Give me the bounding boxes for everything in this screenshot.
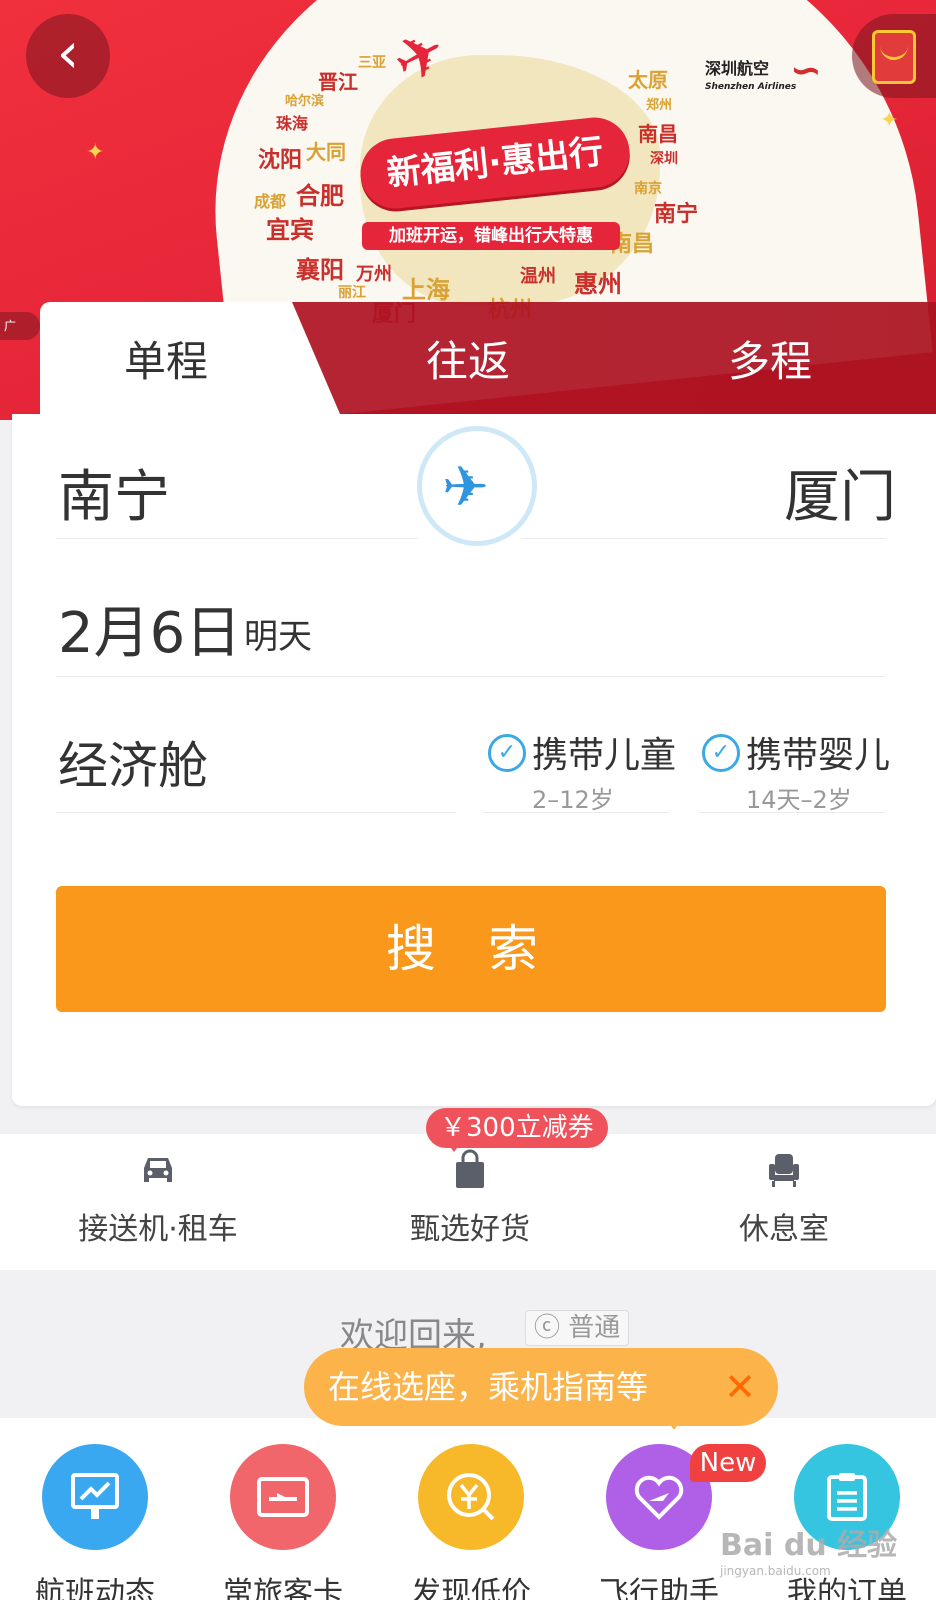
- banner-city: 丽江: [338, 285, 366, 301]
- sparkle-icon: ✦: [880, 108, 899, 133]
- close-icon[interactable]: ✕: [724, 1348, 756, 1426]
- back-button[interactable]: ‹: [26, 14, 110, 98]
- banner-city: 大同: [306, 140, 346, 164]
- member-icon: ⓒ: [534, 1313, 561, 1343]
- nav-low-price-label: 发现低价: [411, 1576, 531, 1600]
- nav-low-price[interactable]: 发现低价: [376, 1444, 566, 1600]
- tip-bubble[interactable]: 在线选座，乘机指南等 ✕: [304, 1348, 778, 1430]
- flight-booking-page: ✈ ✦ ✦ 三亚 晋江 哈尔滨 珠海 沈阳 大同 成都 合肥 宜宾 襄阳 万州 …: [0, 0, 936, 1600]
- divider: [56, 812, 456, 813]
- banner-city: 深圳: [650, 151, 678, 167]
- banner-city: 珠海: [276, 114, 309, 133]
- low-price-icon: [418, 1444, 524, 1550]
- airline-name-cn: 深圳航空: [705, 59, 770, 78]
- arrival-city[interactable]: 厦门: [784, 452, 896, 533]
- services-row: 接送机·租车 甄选好货 休息室: [0, 1134, 936, 1270]
- service-car[interactable]: 接送机·租车: [8, 1148, 308, 1248]
- ad-tag: 广: [0, 312, 40, 340]
- checkbox-icon[interactable]: ✓: [488, 734, 526, 772]
- service-shop-label: 甄选好货: [410, 1212, 530, 1247]
- watermark: Bai du 经验 jingyan.baidu.com: [720, 1520, 897, 1578]
- banner-city: 宜宾: [266, 216, 314, 244]
- trip-type-tabs: 单程 往返 多程: [0, 302, 936, 414]
- service-lounge[interactable]: 休息室: [634, 1148, 934, 1248]
- watermark-sub: jingyan.baidu.com: [720, 1564, 831, 1578]
- tab-one-way[interactable]: 单程: [66, 328, 266, 389]
- banner-city: 合肥: [296, 182, 344, 210]
- member-level-label: 普通: [568, 1313, 621, 1343]
- child-option-label: 携带儿童: [532, 735, 677, 776]
- tab-multi-city[interactable]: 多程: [670, 328, 870, 389]
- swap-cities-button[interactable]: ✈: [417, 426, 537, 546]
- divider: [522, 538, 886, 539]
- lounge-chair-icon: [769, 1154, 799, 1187]
- airline-logo-icon: ∽: [790, 48, 822, 92]
- banner-city: 温州: [520, 266, 556, 287]
- banner-city: 南宁: [654, 202, 699, 227]
- nav-frequent-flyer-label: 常旅客卡: [223, 1576, 343, 1600]
- divider: [56, 676, 886, 677]
- airplane-icon: ✈: [442, 455, 489, 520]
- nav-flight-status-label: 航班动态: [35, 1576, 155, 1600]
- coupon-badge[interactable]: ￥300立减券: [426, 1108, 608, 1152]
- banner-city: 太原: [628, 68, 668, 92]
- date-hint: 明天: [244, 617, 312, 657]
- banner-city: 惠州: [574, 270, 622, 298]
- service-lounge-label: 休息室: [739, 1212, 829, 1247]
- banner-city: 襄阳: [296, 256, 344, 284]
- cabin-class-selector[interactable]: 经济舱: [58, 726, 208, 798]
- divider: [56, 538, 418, 539]
- banner-city: 郑州: [646, 98, 673, 113]
- search-button[interactable]: 搜 索: [56, 886, 886, 1012]
- service-shop[interactable]: 甄选好货: [320, 1148, 620, 1248]
- car-icon: [144, 1158, 172, 1182]
- departure-city[interactable]: 南宁: [58, 452, 170, 533]
- checkbox-icon[interactable]: ✓: [702, 734, 740, 772]
- infant-option-label: 携带婴儿: [746, 735, 891, 776]
- banner-city: 哈尔滨: [285, 94, 325, 109]
- tip-text: 在线选座，乘机指南等: [328, 1368, 649, 1406]
- card-icon: [230, 1444, 336, 1550]
- new-badge: New: [690, 1444, 766, 1482]
- sparkle-icon: ✦: [86, 140, 105, 165]
- watermark-text: Bai du 经验: [720, 1528, 898, 1563]
- infant-age-range: 14天–2岁: [746, 786, 852, 814]
- nav-frequent-flyer[interactable]: 常旅客卡: [188, 1444, 378, 1600]
- banner-city: 成都: [254, 192, 287, 211]
- chevron-left-icon: ‹: [56, 21, 80, 86]
- flight-status-icon: [42, 1444, 148, 1550]
- red-packet-icon: [872, 30, 916, 84]
- divider: [482, 812, 670, 813]
- banner-city: 三亚: [358, 55, 386, 71]
- member-level-badge[interactable]: ⓒ 普通: [525, 1310, 630, 1346]
- banner-city: 南京: [634, 181, 662, 197]
- banner-sub-slogan: 加班开运，错峰出行大特惠: [362, 222, 620, 250]
- divider: [698, 812, 886, 813]
- airline-name-en: Shenzhen Airlines: [705, 82, 797, 92]
- child-age-range: 2–12岁: [532, 786, 614, 814]
- departure-date: 2月6日: [58, 601, 242, 666]
- airline-logo-text: 深圳航空 Shenzhen Airlines: [705, 60, 796, 96]
- flight-search-form: 南宁 ✈ 厦门 2月6日 明天 经济舱 ✓ 携带儿童 2–12岁 ✓ 携带婴儿 …: [12, 414, 936, 1106]
- tab-round-trip[interactable]: 往返: [368, 328, 568, 389]
- red-packet-button[interactable]: [852, 14, 936, 98]
- service-car-label: 接送机·租车: [78, 1212, 238, 1247]
- nav-flight-status[interactable]: 航班动态: [0, 1444, 190, 1600]
- banner-city: 南昌: [638, 122, 678, 146]
- banner-city: 沈阳: [258, 148, 303, 173]
